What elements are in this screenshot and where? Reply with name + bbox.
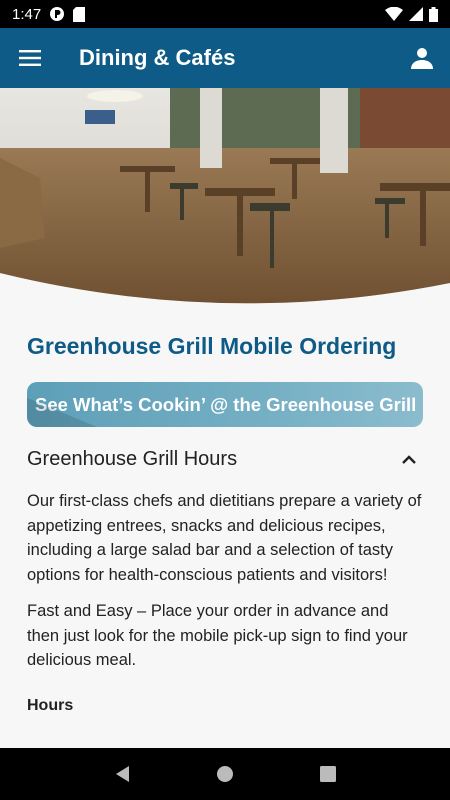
recents-icon [320, 766, 337, 782]
description-paragraph: Fast and Easy – Place your order in adva… [27, 602, 408, 669]
app-title: Dining & Cafés [79, 45, 236, 70]
chevron-up-icon[interactable] [395, 445, 423, 473]
system-nav-bar [0, 748, 450, 800]
account-button[interactable] [394, 28, 450, 88]
back-icon [115, 766, 129, 782]
signal-icon [409, 7, 423, 21]
hours-accordion-header[interactable]: Greenhouse Grill Hours [27, 441, 423, 477]
home-button[interactable] [205, 754, 245, 794]
home-icon [216, 766, 233, 782]
notification-icon [50, 7, 65, 21]
battery-icon [429, 6, 438, 22]
app-bar: Dining & Cafés [0, 28, 450, 88]
section-title: Greenhouse Grill Hours [27, 447, 238, 470]
content: Greenhouse Grill Mobile Ordering See Wha… [27, 330, 423, 715]
recents-button[interactable] [308, 754, 348, 794]
hero-image [0, 88, 450, 308]
account-icon [411, 48, 433, 69]
menu-icon [19, 50, 41, 66]
sd-card-icon [73, 6, 86, 22]
page-title: Greenhouse Grill Mobile Ordering [27, 333, 397, 359]
status-bar: 1:47 [0, 0, 450, 28]
wifi-icon [385, 7, 403, 21]
back-button[interactable] [102, 754, 142, 794]
menu-button[interactable] [0, 28, 60, 88]
greenhouse-grill-banner[interactable]: See What’s Cookin’ @ the Greenhouse Gril… [27, 382, 423, 427]
description-paragraph: Our first-class chefs and dietitians pre… [27, 492, 422, 584]
status-time: 1:47 [12, 5, 42, 23]
hours-label: Hours [27, 696, 74, 714]
